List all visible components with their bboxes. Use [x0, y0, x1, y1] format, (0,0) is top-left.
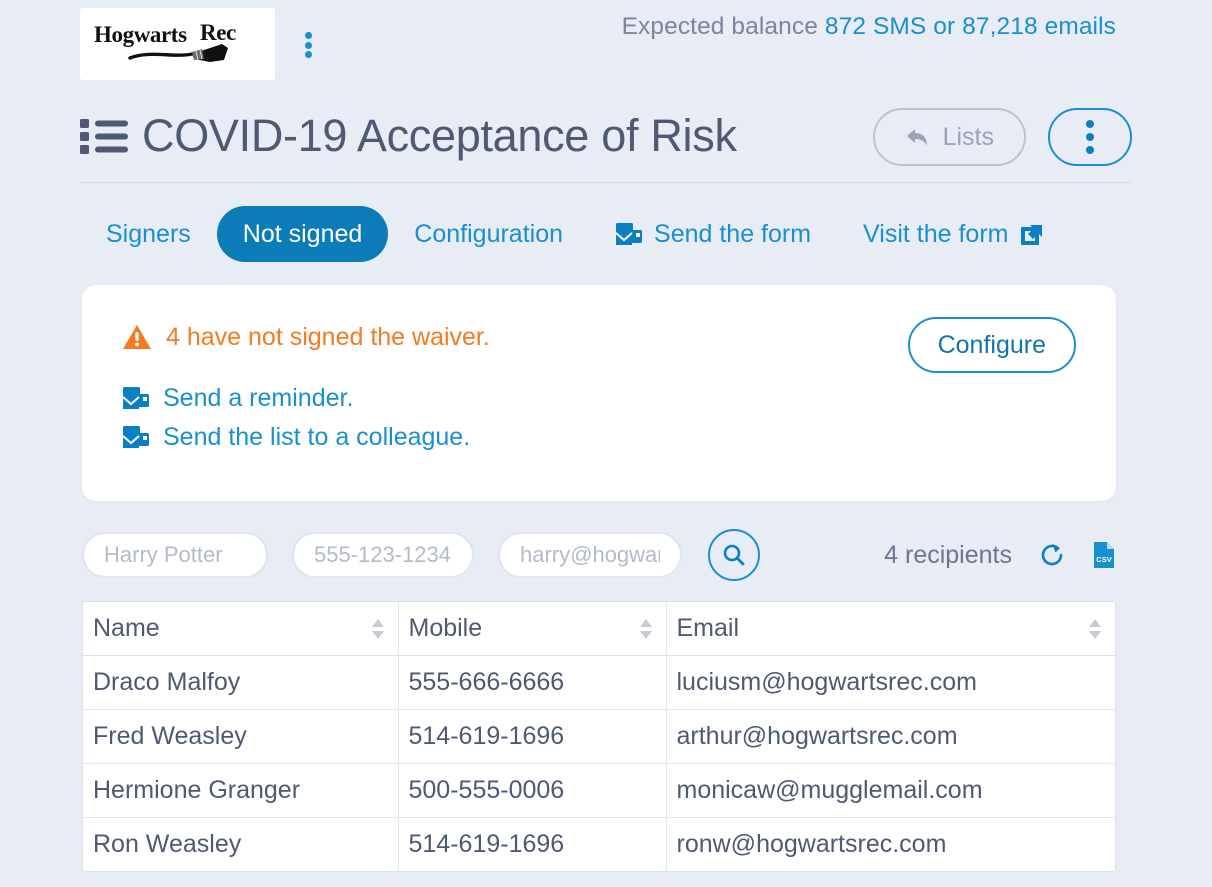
cell-mobile: 514-619-1696 — [398, 817, 667, 871]
balance-label: Expected balance — [621, 13, 825, 40]
kebab-dot — [304, 51, 312, 58]
warning-triangle-icon — [123, 325, 151, 349]
tab-not-signed[interactable]: Not signed — [216, 206, 389, 262]
column-label: Name — [93, 614, 160, 642]
send-list-label: Send the list to a colleague. — [163, 423, 471, 451]
mobile-filter-input[interactable] — [292, 532, 474, 578]
tab-send-the-form[interactable]: Send the form — [589, 206, 837, 262]
logo[interactable]: Hogwarts Rec — [80, 8, 275, 80]
cell-mobile: 514-619-1696 — [398, 709, 667, 764]
header-actions: Lists — [872, 108, 1132, 166]
refresh-icon — [1041, 544, 1063, 566]
name-filter-input[interactable] — [82, 532, 268, 578]
send-reminder-label: Send a reminder. — [163, 384, 354, 412]
svg-text:Rec: Rec — [200, 20, 236, 45]
filter-bar-right: 4 recipients CSV — [884, 541, 1116, 570]
configure-button[interactable]: Configure — [907, 317, 1076, 373]
sort-arrows-icon — [639, 618, 652, 639]
send-reminder-link[interactable]: Send a reminder. — [122, 384, 353, 413]
kebab-dot — [1086, 120, 1094, 128]
column-header-mobile[interactable]: Mobile — [398, 602, 667, 656]
search-icon — [723, 544, 745, 566]
table-row[interactable]: Draco Malfoy 555-666-6666 luciusm@hogwar… — [83, 655, 1115, 710]
cell-email: monicaw@mugglemail.com — [666, 763, 1115, 818]
tab-bar: Signers Not signed Configuration Send th… — [80, 183, 1132, 285]
tab-label: Not signed — [242, 219, 363, 248]
column-label: Mobile — [408, 614, 483, 642]
broomstick-icon: Hogwarts Rec — [94, 20, 236, 62]
tab-label: Configuration — [414, 219, 564, 248]
table-head: Name Mobile Email — [83, 602, 1115, 656]
balance-value: 872 SMS or 87,218 emails — [824, 13, 1116, 40]
not-signed-alert-card: 4 have not signed the waiver. Send a rem… — [82, 285, 1116, 501]
send-form-icon — [122, 387, 149, 409]
table-body: Draco Malfoy 555-666-6666 luciusm@hogwar… — [83, 655, 1115, 871]
kebab-dot — [1086, 146, 1094, 154]
tab-label: Send the form — [654, 219, 812, 248]
csv-file-icon: CSV — [1094, 542, 1114, 568]
tab-visit-the-form[interactable]: Visit the form — [837, 206, 1071, 262]
page-title: COVID-19 Acceptance of Risk — [142, 110, 737, 161]
filter-bar: 4 recipients CSV — [82, 527, 1116, 583]
sort-arrows-icon — [1089, 618, 1101, 639]
svg-text:Hogwarts: Hogwarts — [94, 22, 187, 47]
topbar-kebab-menu[interactable] — [298, 32, 318, 58]
header-kebab-menu-button[interactable] — [1048, 108, 1132, 166]
tab-signers[interactable]: Signers — [80, 206, 217, 262]
cell-email: luciusm@hogwartsrec.com — [666, 655, 1115, 710]
page-header: COVID-19 Acceptance of Risk Lists — [80, 90, 1132, 182]
top-bar: Hogwarts Rec Expected balance 872 SMS or… — [0, 0, 1212, 90]
send-form-icon — [615, 222, 643, 245]
recipients-count: 4 recipients — [884, 540, 1012, 569]
cell-name: Ron Weasley — [83, 817, 399, 871]
kebab-dot — [304, 32, 312, 39]
send-list-to-colleague-link[interactable]: Send the list to a colleague. — [122, 423, 470, 452]
export-csv-button[interactable]: CSV — [1092, 541, 1116, 569]
expected-balance: Expected balance 872 SMS or 87,218 email… — [622, 13, 1116, 41]
kebab-dot — [304, 41, 312, 49]
table-row[interactable]: Fred Weasley 514-619-1696 arthur@hogwart… — [83, 709, 1115, 764]
alert-message: 4 have not signed the waiver. — [166, 323, 490, 351]
cell-mobile: 555-666-6666 — [398, 655, 667, 710]
cell-name: Hermione Granger — [83, 763, 399, 818]
email-filter-input[interactable] — [498, 532, 682, 578]
send-form-icon — [122, 426, 149, 448]
cell-name: Draco Malfoy — [83, 655, 399, 710]
column-header-name[interactable]: Name — [83, 602, 399, 656]
column-header-email[interactable]: Email — [666, 602, 1115, 656]
kebab-dot — [1086, 133, 1094, 141]
external-link-icon — [1021, 225, 1043, 245]
recipients-table: Name Mobile Email Draco Malfoy 555-666-6… — [82, 601, 1116, 872]
table-header-row: Name Mobile Email — [83, 602, 1115, 656]
cell-email: arthur@hogwartsrec.com — [666, 709, 1115, 764]
tab-label: Signers — [106, 219, 191, 248]
cell-email: ronw@hogwartsrec.com — [676, 830, 947, 858]
list-icon — [80, 119, 128, 154]
tab-label: Visit the form — [863, 219, 1009, 248]
lists-button-label: Lists — [942, 122, 994, 151]
table-row[interactable]: Ron Weasley 514-619-1696 ronw@hogwartsre… — [83, 817, 1115, 871]
lists-button[interactable]: Lists — [872, 108, 1026, 166]
back-arrow-icon — [906, 129, 927, 146]
cell-name: Fred Weasley — [83, 709, 399, 764]
cell-mobile: 500-555-0006 — [398, 763, 667, 818]
sort-arrows-icon — [371, 618, 384, 639]
search-button[interactable] — [708, 529, 760, 581]
refresh-button[interactable] — [1038, 541, 1066, 569]
tab-configuration[interactable]: Configuration — [388, 206, 589, 262]
column-label: Email — [676, 614, 740, 642]
table-row[interactable]: Hermione Granger 500-555-0006 monicaw@mu… — [83, 763, 1115, 818]
svg-text:CSV: CSV — [1096, 555, 1111, 564]
